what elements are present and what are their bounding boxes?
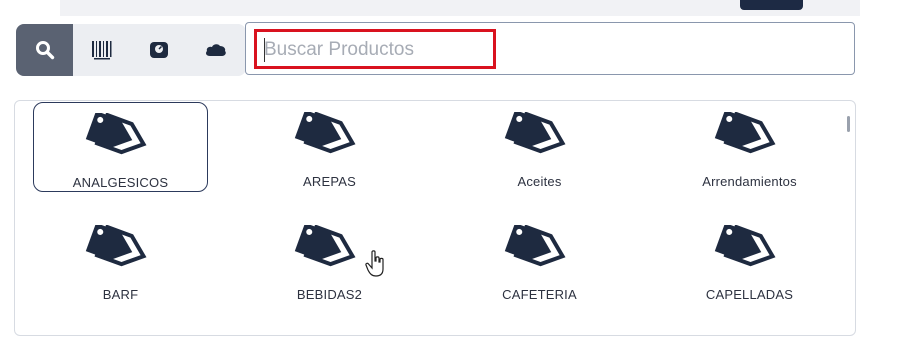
category-label: Aceites (517, 174, 562, 189)
scale-mode-button[interactable] (130, 24, 187, 76)
category-label: ANALGESICOS (72, 175, 169, 190)
category-label: BARF (102, 287, 139, 302)
tags-icon (504, 112, 565, 154)
category-label: AREPAS (303, 174, 356, 189)
category-tile[interactable]: CAFETERIA (452, 215, 627, 305)
category-tile[interactable]: BEBIDAS2 (242, 215, 417, 305)
category-tile[interactable]: ANALGESICOS (33, 102, 208, 192)
tags-icon (504, 225, 565, 267)
category-label: Arrendamientos (702, 174, 797, 189)
search-mode-button[interactable] (16, 24, 73, 76)
category-tile[interactable]: AREPAS (242, 102, 417, 192)
tags-icon (294, 225, 355, 267)
category-label: BEBIDAS2 (296, 287, 363, 302)
barcode-mode-button[interactable] (73, 24, 130, 76)
category-tile[interactable]: Aceites (452, 102, 627, 192)
hand-pointer-icon (365, 250, 384, 277)
header-action-button[interactable] (740, 0, 803, 10)
barcode-icon (91, 41, 111, 60)
category-label: CAPELLADAS (705, 287, 794, 302)
category-label: CAFETERIA (502, 287, 577, 302)
cloud-mode-button[interactable] (187, 24, 244, 76)
tags-icon (85, 113, 146, 155)
search-icon (35, 41, 54, 60)
category-tile[interactable]: CAPELLADAS (662, 215, 837, 305)
cloud-icon (205, 44, 226, 56)
tags-icon (294, 112, 355, 154)
tags-icon (85, 225, 146, 267)
tags-icon (714, 112, 775, 154)
scale-icon (149, 42, 168, 58)
grid-scrollbar[interactable] (847, 116, 850, 132)
tags-icon (714, 225, 775, 267)
category-tile[interactable]: BARF (33, 215, 208, 305)
highlight-annotation-box (254, 29, 496, 69)
category-tile[interactable]: Arrendamientos (662, 102, 837, 192)
